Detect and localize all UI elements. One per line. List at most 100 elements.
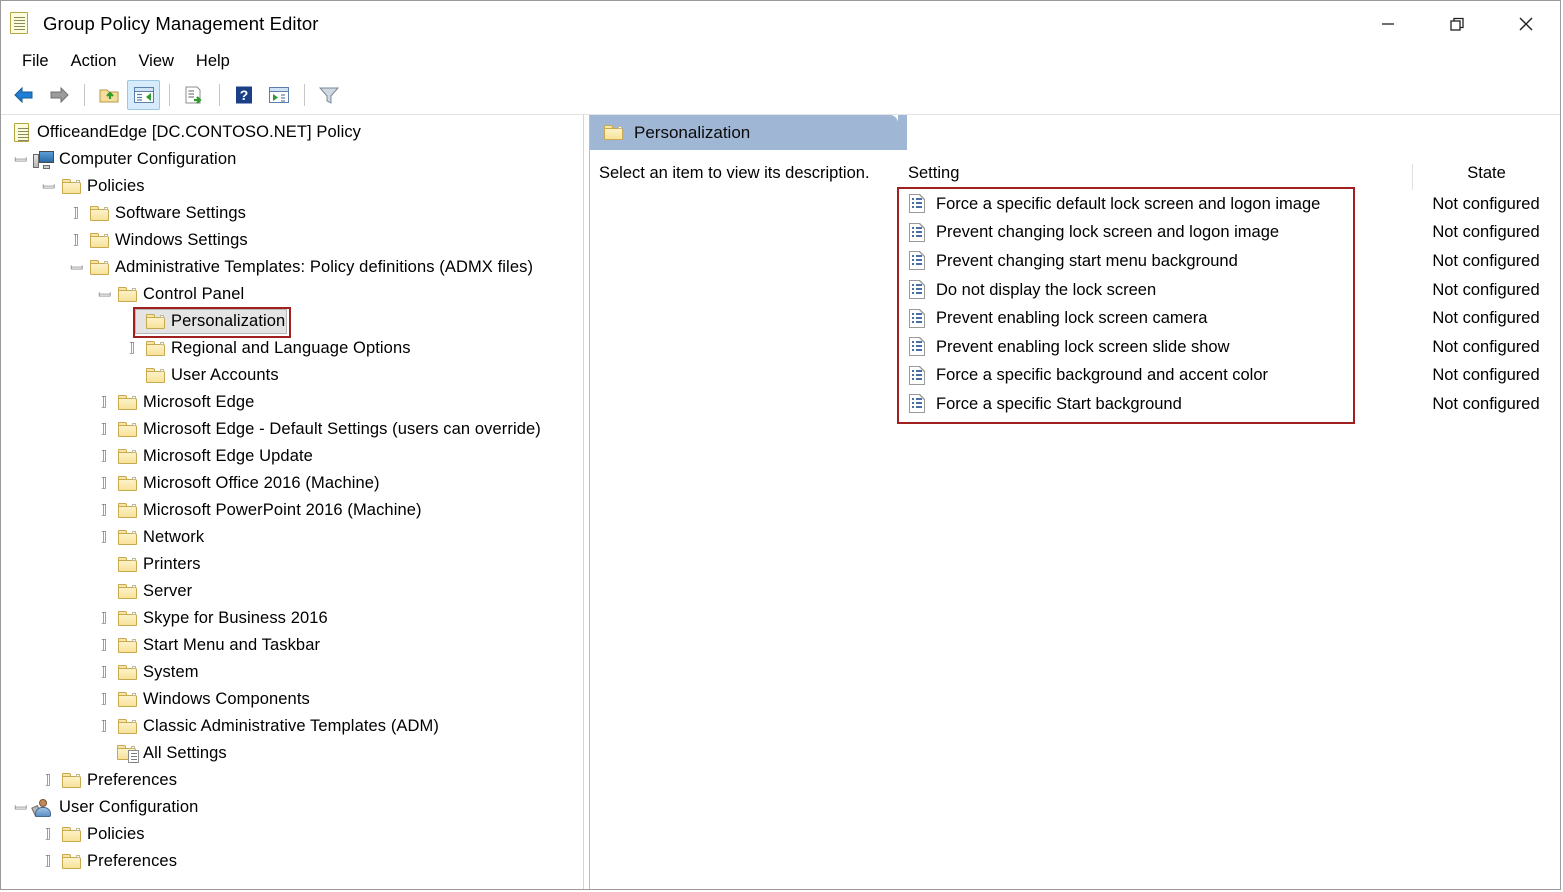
close-button[interactable]: [1491, 1, 1560, 46]
column-header-setting[interactable]: Setting: [898, 164, 1412, 190]
show-hide-tree-icon[interactable]: [127, 80, 160, 110]
folder-icon: [59, 773, 83, 788]
chevron-down-icon[interactable]: ⟧: [65, 261, 87, 274]
forward-arrow-icon[interactable]: [42, 80, 75, 110]
tree-item-software-settings[interactable]: ⟧ Software Settings: [1, 200, 583, 227]
folder-icon: [115, 395, 139, 410]
tree-item-microsoft-edge[interactable]: ⟧ Microsoft Edge: [1, 389, 583, 416]
tree-item-user-accounts[interactable]: User Accounts: [1, 362, 583, 389]
chevron-right-icon[interactable]: ⟧: [37, 855, 59, 868]
export-list-icon[interactable]: [177, 80, 210, 110]
settings-row[interactable]: Prevent enabling lock screen slide show N…: [898, 333, 1560, 362]
chevron-right-icon[interactable]: ⟧: [93, 639, 115, 652]
settings-row[interactable]: Force a specific background and accent c…: [898, 362, 1560, 391]
tree-item-label: Software Settings: [115, 204, 247, 222]
tree-item-microsoft-edge-update[interactable]: ⟧ Microsoft Edge Update: [1, 443, 583, 470]
chevron-down-icon[interactable]: ⟧: [93, 288, 115, 301]
chevron-right-icon[interactable]: ⟧: [93, 450, 115, 463]
back-arrow-icon[interactable]: [7, 80, 40, 110]
description-column: Select an item to view its description.: [590, 150, 898, 889]
menu-item-view[interactable]: View: [127, 50, 184, 73]
tree-item-computer-configuration[interactable]: ⟧ Computer Configuration: [1, 146, 583, 173]
help-icon[interactable]: ?: [227, 80, 260, 110]
tree-item-classic-administrative-templates-adm[interactable]: ⟧ Classic Administrative Templates (ADM): [1, 713, 583, 740]
folder-icon: [115, 584, 139, 599]
minimize-button[interactable]: [1353, 1, 1422, 46]
settings-row[interactable]: Prevent changing lock screen and logon i…: [898, 219, 1560, 248]
menu-item-action[interactable]: Action: [60, 50, 128, 73]
tree-item-label: Windows Components: [143, 690, 310, 708]
chevron-right-icon[interactable]: ⟧: [93, 477, 115, 490]
chevron-right-icon[interactable]: ⟧: [121, 342, 143, 355]
tree-item-start-menu-and-taskbar[interactable]: ⟧ Start Menu and Taskbar: [1, 632, 583, 659]
chevron-right-icon[interactable]: ⟧: [93, 720, 115, 733]
chevron-right-icon[interactable]: ⟧: [93, 396, 115, 409]
tree-item-preferences[interactable]: ⟧ Preferences: [1, 848, 583, 875]
settings-row[interactable]: Force a specific Start background Not con…: [898, 390, 1560, 419]
folder-icon: [115, 611, 139, 626]
chevron-right-icon[interactable]: ⟧: [93, 612, 115, 625]
chevron-right-icon[interactable]: ⟧: [93, 693, 115, 706]
tree-item-skype-for-business-2016[interactable]: ⟧ Skype for Business 2016: [1, 605, 583, 632]
tree-item-microsoft-powerpoint-2016-machine[interactable]: ⟧ Microsoft PowerPoint 2016 (Machine): [1, 497, 583, 524]
setting-state: Not configured: [1432, 337, 1540, 356]
chevron-right-icon[interactable]: ⟧: [93, 666, 115, 679]
properties-icon[interactable]: [262, 80, 295, 110]
up-one-level-icon[interactable]: [92, 80, 125, 110]
tree-item-server[interactable]: Server: [1, 578, 583, 605]
folder-icon: [115, 503, 139, 518]
chevron-right-icon[interactable]: ⟧: [37, 828, 59, 841]
setting-state: Not configured: [1432, 280, 1540, 299]
tree-item-network[interactable]: ⟧ Network: [1, 524, 583, 551]
navigation-tree-pane[interactable]: OfficeandEdge [DC.CONTOSO.NET] Policy ⟧ C…: [1, 115, 584, 889]
chevron-down-icon[interactable]: ⟧: [37, 180, 59, 193]
policy-document-icon: [10, 11, 32, 36]
chevron-right-icon[interactable]: ⟧: [93, 423, 115, 436]
tree-item-preferences[interactable]: ⟧ Preferences: [1, 767, 583, 794]
tree-item-microsoft-office-2016-machine[interactable]: ⟧ Microsoft Office 2016 (Machine): [1, 470, 583, 497]
filter-icon[interactable]: [312, 80, 345, 110]
chevron-right-icon[interactable]: ⟧: [37, 774, 59, 787]
tree-item-microsoft-edge-default-settings-users-can-override[interactable]: ⟧ Microsoft Edge - Default Settings (user…: [1, 416, 583, 443]
setting-name: Prevent changing lock screen and logon i…: [936, 223, 1280, 242]
tree-item-regional-and-language-options[interactable]: ⟧ Regional and Language Options: [1, 335, 583, 362]
chevron-right-icon[interactable]: ⟧: [65, 234, 87, 247]
menu-item-file[interactable]: File: [11, 50, 60, 73]
detail-pane-title: Personalization: [634, 122, 751, 142]
tree-item-printers[interactable]: Printers: [1, 551, 583, 578]
settings-row[interactable]: Prevent enabling lock screen camera Not c…: [898, 304, 1560, 333]
menu-item-help[interactable]: Help: [185, 50, 241, 73]
settings-row[interactable]: Prevent changing start menu background No…: [898, 247, 1560, 276]
tree-root-node[interactable]: OfficeandEdge [DC.CONTOSO.NET] Policy: [1, 119, 583, 146]
tree-item-all-settings[interactable]: All Settings: [1, 740, 583, 767]
folder-icon: [59, 827, 83, 842]
tree-item-label: Network: [143, 528, 205, 546]
tree-item-system[interactable]: ⟧ System: [1, 659, 583, 686]
restore-button[interactable]: [1422, 1, 1491, 46]
tree-item-personalization[interactable]: Personalization: [1, 308, 583, 335]
folder-icon: [115, 719, 139, 734]
setting-name: Do not display the lock screen: [936, 280, 1157, 299]
chevron-down-icon[interactable]: ⟧: [9, 153, 31, 166]
setting-state: Not configured: [1432, 251, 1540, 270]
tree-item-policies[interactable]: ⟧ Policies: [1, 821, 583, 848]
chevron-right-icon[interactable]: ⟧: [93, 531, 115, 544]
chevron-down-icon[interactable]: ⟧: [9, 801, 31, 814]
chevron-right-icon[interactable]: ⟧: [65, 207, 87, 220]
column-header-state[interactable]: State: [1412, 164, 1560, 190]
settings-row[interactable]: Force a specific default lock screen and…: [898, 190, 1560, 219]
settings-row[interactable]: Do not display the lock screen Not config…: [898, 276, 1560, 305]
setting-name-cell: Prevent changing start menu background: [898, 251, 1412, 271]
tree-item-windows-settings[interactable]: ⟧ Windows Settings: [1, 227, 583, 254]
tree-item-policies[interactable]: ⟧ Policies: [1, 173, 583, 200]
folder-icon: [59, 179, 83, 194]
tree-item-administrative-templates-policy-definitions-admx-files[interactable]: ⟧ Administrative Templates: Policy defini…: [1, 254, 583, 281]
title-bar: Group Policy Management Editor: [1, 1, 1560, 46]
policy-setting-icon: [908, 365, 928, 386]
tree-item-user-configuration[interactable]: ⟧ User Configuration: [1, 794, 583, 821]
chevron-right-icon[interactable]: ⟧: [93, 504, 115, 517]
tree-item-control-panel[interactable]: ⟧ Control Panel: [1, 281, 583, 308]
folder-icon: [604, 125, 623, 140]
tree-item-windows-components[interactable]: ⟧ Windows Components: [1, 686, 583, 713]
tree-item-label: Microsoft Office 2016 (Machine): [143, 474, 380, 492]
